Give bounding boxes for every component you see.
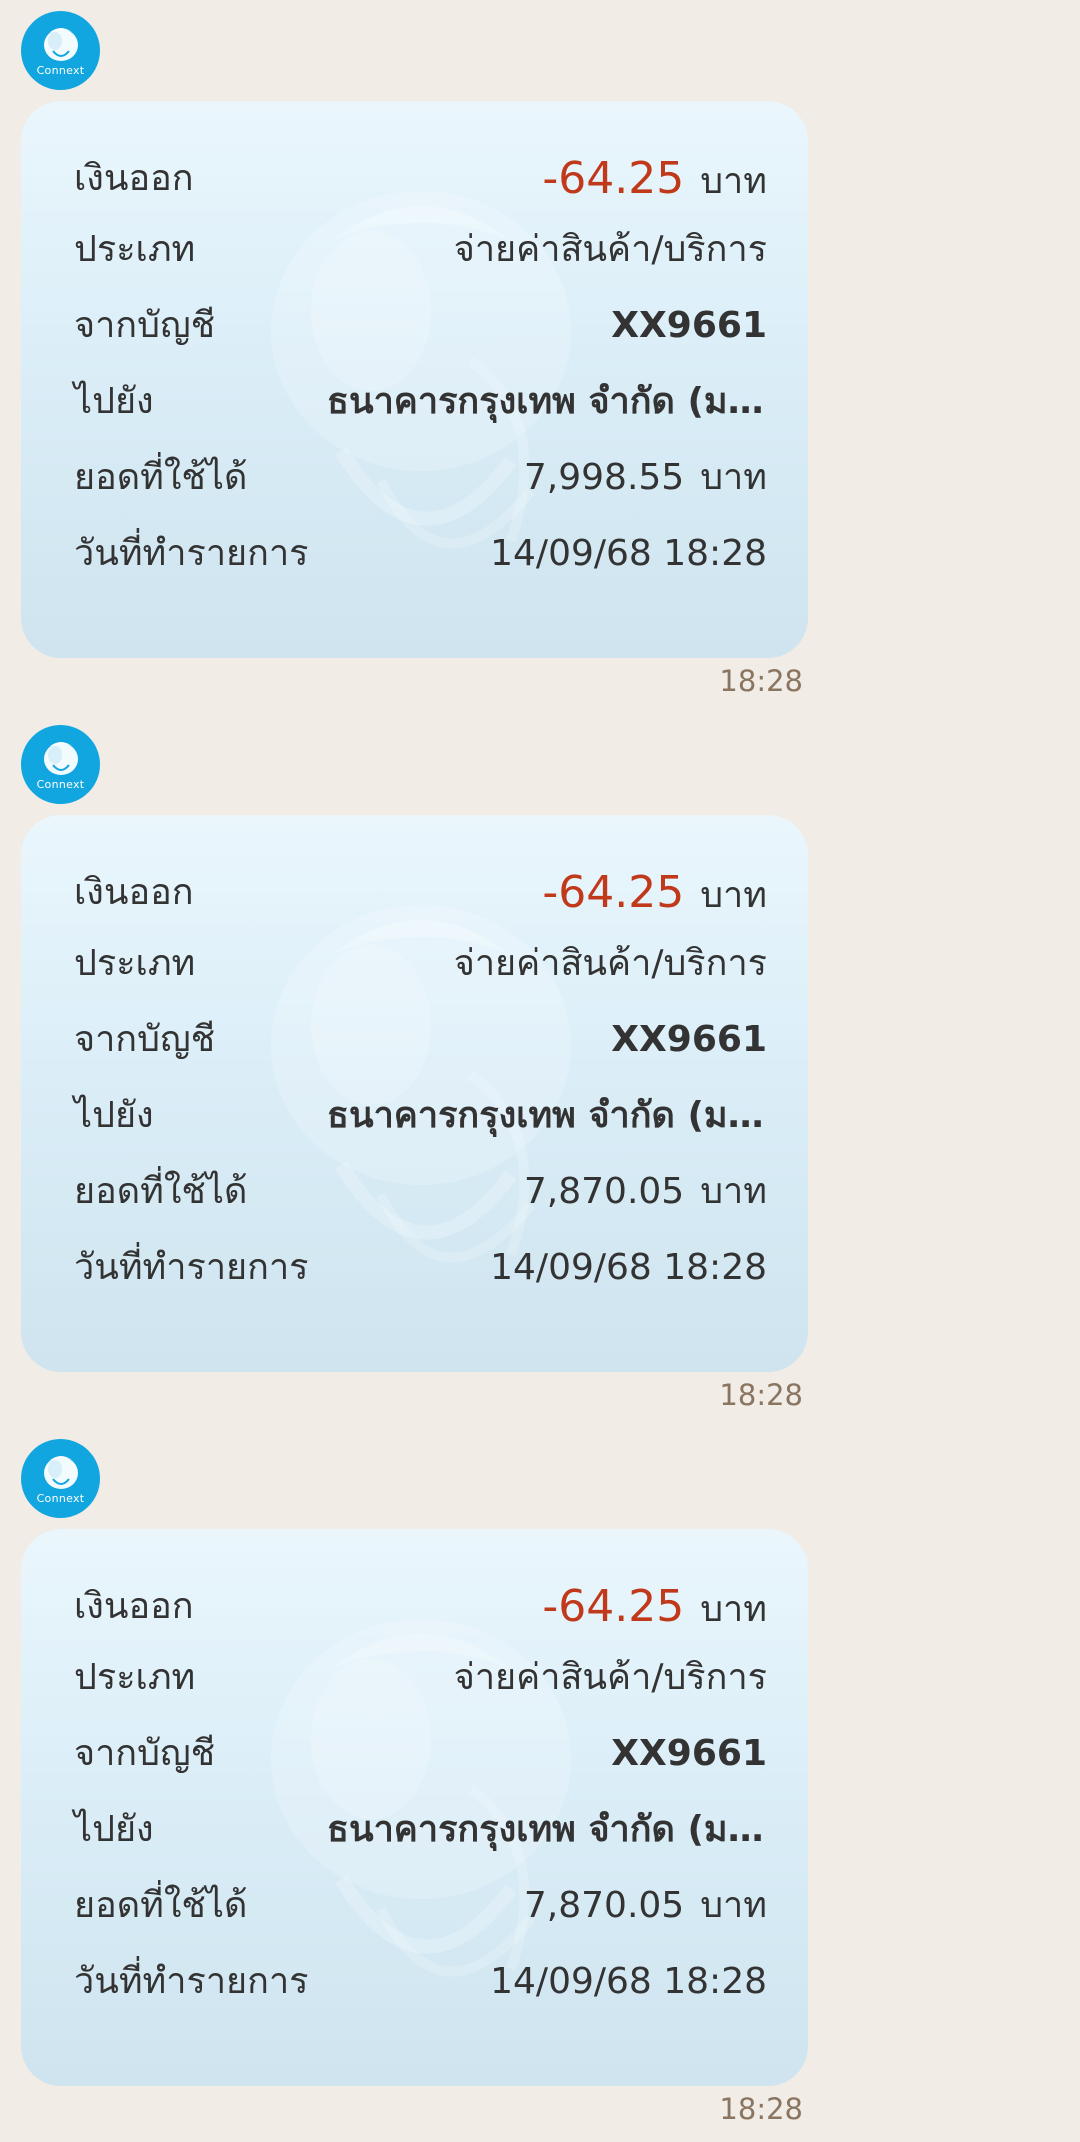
type-value: จ่ายค่าสินค้า/บริการ — [453, 229, 767, 270]
to-label: ไปยัง — [74, 1095, 154, 1136]
balance-amount: 7,870.05 — [523, 1171, 685, 1212]
type-label: ประเภท — [74, 229, 196, 270]
kbank-bird-logo-icon — [44, 28, 78, 61]
from-account-value: XX9661 — [611, 305, 767, 346]
date-row: วันที่ทำรายการ 14/09/68 18:28 — [74, 1238, 767, 1298]
date-label: วันที่ทำรายการ — [74, 533, 309, 574]
message-bubble: Connext เงินออก -64.25 บาท ประเภท จ่ายค่า… — [0, 1428, 1080, 2142]
date-row: วันที่ทำรายการ 14/09/68 18:28 — [74, 1952, 767, 2012]
amount-unit: บาท — [700, 1589, 767, 1630]
balance-unit: บาท — [700, 457, 767, 498]
destination-bank: ธนาคารกรุงเทพ จำกัด (มห... — [327, 1095, 767, 1136]
avatar-label: Connext — [36, 64, 85, 77]
balance-label: ยอดที่ใช้ได้ — [74, 457, 248, 498]
debit-value: -64.25 บาท — [542, 149, 767, 212]
date-label: วันที่ทำรายการ — [74, 1961, 309, 2002]
to-row: ไปยัง ธนาคารกรุงเทพ จำกัด (มห... — [74, 372, 767, 432]
debit-label: เงินออก — [74, 1586, 194, 1627]
balance-label: ยอดที่ใช้ได้ — [74, 1885, 248, 1926]
to-row: ไปยัง ธนาคารกรุงเทพ จำกัด (มห... — [74, 1086, 767, 1146]
date-label: วันที่ทำรายการ — [74, 1247, 309, 1288]
balance-amount: 7,998.55 — [523, 457, 685, 498]
balance-row: ยอดที่ใช้ได้ 7,870.05 บาท — [74, 1162, 767, 1222]
sender-avatar[interactable]: Connext — [21, 11, 100, 90]
date-value: 14/09/68 18:28 — [490, 1961, 767, 2002]
from-account-value: XX9661 — [611, 1019, 767, 1060]
avatar-label: Connext — [36, 1492, 85, 1505]
amount: -64.25 — [542, 153, 685, 204]
debit-value: -64.25 บาท — [542, 863, 767, 926]
balance-value: 7,870.05 บาท — [524, 1162, 767, 1222]
amount: -64.25 — [542, 1581, 685, 1632]
balance-unit: บาท — [700, 1885, 767, 1926]
kbank-bird-logo-icon — [44, 742, 78, 775]
debit-label: เงินออก — [74, 158, 194, 199]
debit-value: -64.25 บาท — [542, 1577, 767, 1640]
type-label: ประเภท — [74, 1657, 196, 1698]
balance-row: ยอดที่ใช้ได้ 7,998.55 บาท — [74, 448, 767, 508]
from-account-value: XX9661 — [611, 1733, 767, 1774]
type-value: จ่ายค่าสินค้า/บริการ — [453, 943, 767, 984]
sender-avatar[interactable]: Connext — [21, 1439, 100, 1518]
sender-avatar[interactable]: Connext — [21, 725, 100, 804]
from-account-row: จากบัญชี XX9661 — [74, 1010, 767, 1070]
balance-value: 7,870.05 บาท — [524, 1876, 767, 1936]
message-time: 18:28 — [719, 1378, 803, 1412]
balance-value: 7,998.55 บาท — [524, 448, 767, 508]
date-value: 14/09/68 18:28 — [490, 533, 767, 574]
type-label: ประเภท — [74, 943, 196, 984]
debit-row: เงินออก -64.25 บาท — [74, 149, 767, 209]
balance-unit: บาท — [700, 1171, 767, 1212]
date-value: 14/09/68 18:28 — [490, 1247, 767, 1288]
debit-row: เงินออก -64.25 บาท — [74, 863, 767, 923]
destination-bank: ธนาคารกรุงเทพ จำกัด (มห... — [327, 381, 767, 422]
to-label: ไปยัง — [74, 381, 154, 422]
type-row: ประเภท จ่ายค่าสินค้า/บริการ — [74, 934, 767, 994]
amount-unit: บาท — [700, 161, 767, 202]
amount: -64.25 — [542, 867, 685, 918]
message-bubble: Connext เงินออก -64.25 บาท ประเภท จ่ายค่า… — [0, 714, 1080, 1428]
to-row: ไปยัง ธนาคารกรุงเทพ จำกัด (มห... — [74, 1800, 767, 1860]
debit-label: เงินออก — [74, 872, 194, 913]
kbank-bird-logo-icon — [44, 1456, 78, 1489]
destination-bank: ธนาคารกรุงเทพ จำกัด (มห... — [327, 1809, 767, 1850]
to-value: ธนาคารกรุงเทพ จำกัด (มห... — [327, 1800, 767, 1860]
from-account-row: จากบัญชี XX9661 — [74, 1724, 767, 1784]
amount-unit: บาท — [700, 875, 767, 916]
balance-row: ยอดที่ใช้ได้ 7,870.05 บาท — [74, 1876, 767, 1936]
to-value: ธนาคารกรุงเทพ จำกัด (มห... — [327, 372, 767, 432]
balance-label: ยอดที่ใช้ได้ — [74, 1171, 248, 1212]
message-time: 18:28 — [719, 2092, 803, 2126]
to-label: ไปยัง — [74, 1809, 154, 1850]
from-account-row: จากบัญชี XX9661 — [74, 296, 767, 356]
transaction-card[interactable]: เงินออก -64.25 บาท ประเภท จ่ายค่าสินค้า/บ… — [21, 815, 808, 1372]
balance-amount: 7,870.05 — [523, 1885, 685, 1926]
message-bubble: Connext เงินออก -64.25 บาท ประเภท จ่ายค่า… — [0, 0, 1080, 714]
from-account-label: จากบัญชี — [74, 305, 216, 346]
from-account-label: จากบัญชี — [74, 1019, 216, 1060]
type-row: ประเภท จ่ายค่าสินค้า/บริการ — [74, 1648, 767, 1708]
avatar-label: Connext — [36, 778, 85, 791]
type-value: จ่ายค่าสินค้า/บริการ — [453, 1657, 767, 1698]
debit-row: เงินออก -64.25 บาท — [74, 1577, 767, 1637]
transaction-card[interactable]: เงินออก -64.25 บาท ประเภท จ่ายค่าสินค้า/บ… — [21, 1529, 808, 2086]
transaction-card[interactable]: เงินออก -64.25 บาท ประเภท จ่ายค่าสินค้า/บ… — [21, 101, 808, 658]
message-time: 18:28 — [719, 664, 803, 698]
date-row: วันที่ทำรายการ 14/09/68 18:28 — [74, 524, 767, 584]
from-account-label: จากบัญชี — [74, 1733, 216, 1774]
type-row: ประเภท จ่ายค่าสินค้า/บริการ — [74, 220, 767, 280]
to-value: ธนาคารกรุงเทพ จำกัด (มห... — [327, 1086, 767, 1146]
